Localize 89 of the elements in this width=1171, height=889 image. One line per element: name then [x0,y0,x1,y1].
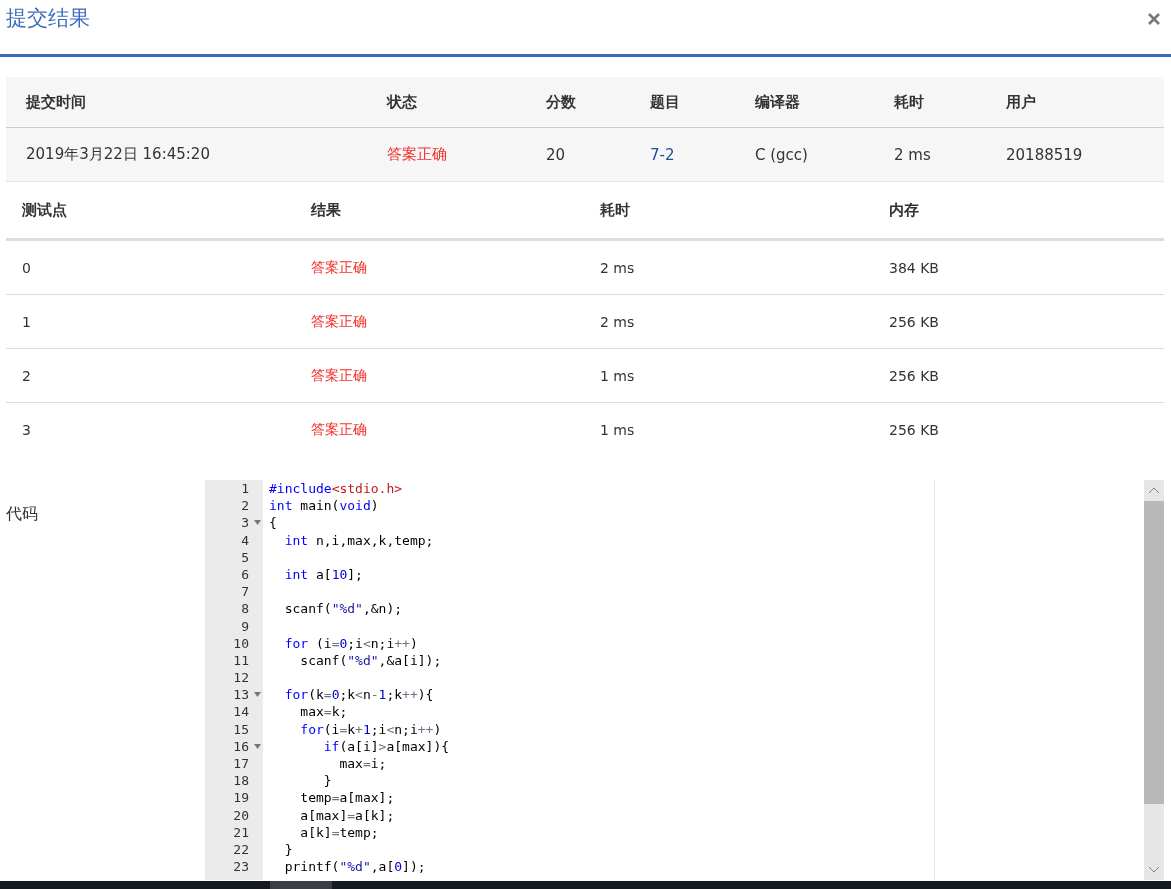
line-number: 12 [233,669,250,687]
code-line: for (i=0;i<n;i++) [283,635,418,651]
code-line: max=i; [338,756,387,771]
line-number: 16 [233,737,250,755]
line-number: 13 [233,686,250,704]
column-header: 内存 [889,200,920,220]
column-header: 提交时间 [26,92,87,112]
code-label: 代码 [6,503,39,525]
column-header: 分数 [546,92,577,112]
code-line: a[k]=temp; [299,824,379,840]
code-line: a[max]=a[k]; [299,807,395,823]
code-line: int n,i,max,k,temp; [283,532,434,548]
result-text: 答案正确 [311,420,368,439]
column-header: 用户 [1006,92,1037,112]
table-cell-text: 1 ms [600,421,636,438]
code-line: } [322,773,332,789]
table-cell-text: 2 [22,367,32,384]
table-cell-text: 384 KB [889,259,940,276]
close-icon[interactable] [1148,13,1160,25]
line-number: 15 [233,720,250,738]
table-cell-text: 3 [22,421,32,438]
table-cell-text: 1 ms [600,367,636,384]
line-number: 6 [241,565,250,584]
score-text: 20 [546,145,567,164]
problem-link[interactable]: 7-2 [650,145,755,164]
fold-arrow-icon[interactable] [253,743,261,749]
line-number: 23 [233,858,250,876]
column-header: 耗时 [600,200,631,220]
line-number: 5 [241,548,250,566]
line-number: 2 [241,497,250,515]
line-number: 18 [233,772,250,790]
table-cell-text: 1 [22,313,32,330]
fold-arrow-icon[interactable] [253,520,261,526]
line-number: 10 [233,634,250,652]
line-number: 4 [241,531,250,549]
table-cell-text: 256 KB [889,421,940,438]
line-number: 20 [233,806,250,824]
horizontal-scrollbar[interactable] [0,881,1171,889]
code-line: for(k=0;k<n-1;k++){ [283,687,434,703]
code-line: int a[10]; [283,566,363,582]
table-cell-text: 2 ms [600,313,636,330]
line-number: 14 [233,703,250,721]
table-cell-text: 256 KB [889,313,940,330]
scrollbar[interactable] [1144,480,1164,880]
dialog-title: 提交结果 [6,5,90,32]
result-text: 答案正确 [311,258,368,277]
scroll-up-icon[interactable] [1148,487,1160,494]
code-line: scanf("%d",&n); [283,601,403,617]
code-line: { [269,515,277,531]
line-number: 19 [233,789,250,807]
column-header: 题目 [650,92,681,112]
code-line: #include<stdio.h> [269,481,403,496]
column-header: 耗时 [894,92,925,112]
code-line: temp=a[max]; [299,790,395,806]
column-header: 状态 [387,92,418,112]
result-text: 答案正确 [311,312,368,331]
scroll-thumb[interactable] [1144,501,1164,804]
column-header: 编译器 [755,92,801,112]
line-number: 7 [241,583,250,601]
code-line: } [283,841,293,857]
horizontal-scroll-thumb[interactable] [270,881,332,889]
line-number: 17 [233,755,250,773]
line-number: 9 [241,617,250,635]
code-line: for(i=k+1;i<n;i++) [299,721,442,737]
table-cell-text: 0 [22,259,32,276]
column-header: 测试点 [22,200,68,220]
code-line: printf("%d",a[0]); [283,859,426,875]
status-text: 答案正确 [387,145,448,164]
scroll-down-icon[interactable] [1148,866,1160,873]
result-text: 答案正确 [311,366,368,385]
line-number: 11 [233,651,250,670]
code-line: if(a[i]>a[max]){ [322,738,450,754]
line-number: 3 [241,514,250,532]
submit-time: 2019年3月22日 16:45:20 [26,145,211,164]
line-number: 1 [241,480,250,498]
line-number: 22 [233,840,250,859]
user-text: 20188519 [1006,145,1084,164]
line-number: 21 [233,823,250,841]
line-number: 8 [241,600,250,618]
column-header: 结果 [311,200,342,220]
code-line: int main(void) [269,498,379,514]
table-cell-text: 2 ms [600,259,636,276]
code-line: scanf("%d",&a[i]); [299,652,442,668]
duration-text: 2 ms [894,145,932,164]
code-line: max=k; [299,704,348,720]
code-editor[interactable] [205,480,1164,880]
fold-arrow-icon[interactable] [253,692,261,698]
compiler-text: C (gcc) [755,145,809,164]
table-cell-text: 256 KB [889,367,940,384]
